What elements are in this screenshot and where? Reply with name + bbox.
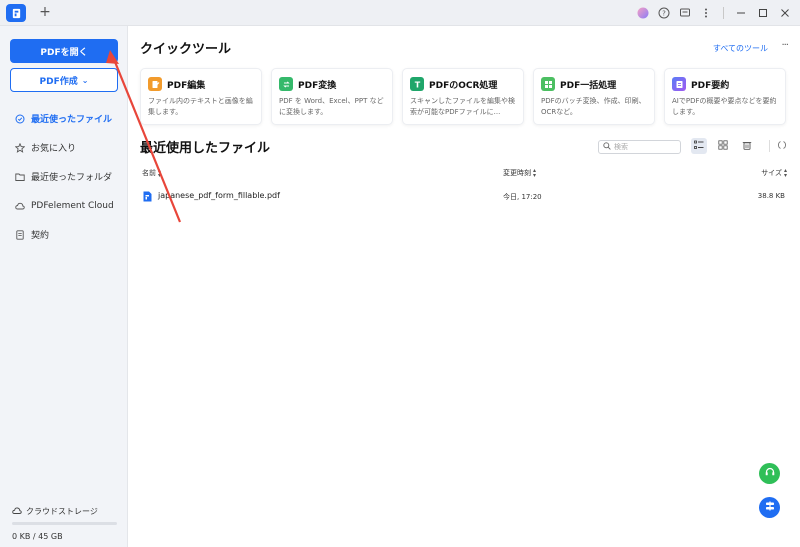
sidebar: PDFを開く PDF作成 ⌄ 最近使ったファイル お気に入り 最近使ったフォルダ [0, 26, 128, 547]
refresh-button[interactable] [774, 138, 790, 154]
tool-card-description: PDF を Word、Excel、PPT などに変換します。 [279, 97, 384, 116]
sidebar-item-contracts[interactable]: 契約 [0, 220, 128, 249]
refresh-icon [777, 140, 787, 153]
convert-icon [279, 77, 293, 91]
pdf-file-icon [143, 191, 152, 205]
sidebar-item-favorites[interactable]: お気に入り [0, 133, 128, 162]
quick-tools-title: クイックツール [140, 42, 232, 57]
clock-icon [15, 114, 25, 124]
column-header-label: 変更時刻 [503, 169, 531, 177]
svg-text:T: T [414, 80, 420, 89]
tool-card-description: AIでPDFの概要や要点などを要約します。 [672, 97, 777, 116]
sidebar-item-label: PDFelement Cloud [31, 200, 114, 211]
star-icon [15, 142, 25, 153]
plus-icon[interactable]: + [38, 5, 52, 19]
toolbar-divider [769, 140, 770, 152]
tool-card-summary[interactable]: PDF要約 AIでPDFの概要や要点などを要約します。 [664, 68, 786, 125]
maximize-icon[interactable] [752, 0, 774, 26]
search-box[interactable] [598, 140, 681, 154]
minimize-icon[interactable] [730, 0, 752, 26]
sidebar-item-label: 最近使ったファイル [31, 115, 113, 125]
storage-label-text: クラウドストレージ [26, 507, 98, 516]
tool-card-ocr[interactable]: T PDFのOCR処理 スキャンしたファイルを編集や検索が可能なPDFファイルに… [402, 68, 524, 125]
tool-card-title: PDF編集 [167, 80, 206, 91]
all-tools-link[interactable]: すべてのツール [713, 43, 768, 54]
tool-card-batch[interactable]: PDF一括処理 PDFのバッチ変換、作成、印刷、OCRなど。 [533, 68, 655, 125]
table-row[interactable]: japanese_pdf_form_fillable.pdf 今日, 17:20… [140, 186, 787, 206]
sort-icon: ▴ ▾ [783, 167, 787, 179]
ai-summary-icon [672, 77, 686, 91]
message-icon[interactable] [675, 0, 695, 26]
titlebar-divider [723, 7, 724, 19]
file-name: japanese_pdf_form_fillable.pdf [158, 191, 280, 200]
more-vertical-icon[interactable] [696, 0, 716, 26]
main-content: クイックツール すべてのツール ··· PDF編集 ファイル内のテキストと画像を… [128, 26, 800, 547]
document-icon [15, 229, 25, 240]
tool-card-convert[interactable]: PDF変換 PDF を Word、Excel、PPT などに変換します。 [271, 68, 393, 125]
column-header-label: サイズ [761, 169, 782, 177]
file-size: 38.8 KB [757, 192, 785, 200]
create-pdf-button[interactable]: PDF作成 ⌄ [10, 68, 118, 92]
headset-icon [764, 466, 776, 481]
grid-view-button[interactable] [715, 138, 731, 154]
sidebar-item-label: お気に入り [31, 144, 77, 154]
app-logo-icon[interactable] [6, 4, 26, 22]
folder-icon [15, 172, 25, 182]
sidebar-item-recent-folders[interactable]: 最近使ったフォルダ [0, 162, 128, 191]
cloud-icon [12, 506, 22, 517]
column-header-name[interactable]: 名前 ▴ ▾ [142, 167, 162, 179]
cloud-storage: クラウドストレージ 0 KB / 45 GB [12, 506, 118, 541]
sidebar-item-recent-files[interactable]: 最近使ったファイル [0, 104, 128, 133]
support-button[interactable] [759, 463, 780, 484]
sidebar-item-label: 契約 [31, 231, 50, 241]
batch-icon [541, 77, 555, 91]
storage-label[interactable]: クラウドストレージ [12, 506, 118, 517]
assistant-button[interactable] [759, 497, 780, 518]
help-icon[interactable]: ? [654, 0, 674, 26]
quick-tool-cards: PDF編集 ファイル内のテキストと画像を編集します。 PDF変換 PDF を W… [140, 68, 786, 125]
sidebar-nav: 最近使ったファイル お気に入り 最近使ったフォルダ PDFelement Clo… [0, 104, 128, 249]
list-view-icon [694, 140, 704, 153]
sidebar-item-cloud[interactable]: PDFelement Cloud [0, 191, 128, 220]
close-icon[interactable] [774, 0, 796, 26]
tool-card-title: PDF一括処理 [560, 80, 617, 91]
storage-progress-bar [12, 522, 117, 525]
tools-icon [764, 500, 776, 515]
sidebar-item-label: 最近使ったフォルダ [31, 173, 113, 183]
tool-card-description: ファイル内のテキストと画像を編集します。 [148, 97, 253, 116]
column-header-label: 名前 [142, 169, 156, 177]
tool-card-title: PDF変換 [298, 80, 337, 91]
svg-text:?: ? [662, 10, 666, 18]
grid-view-icon [718, 139, 728, 153]
chevron-down-icon: ⌄ [81, 75, 89, 85]
edit-icon [148, 77, 162, 91]
create-pdf-label: PDF作成 [39, 76, 78, 87]
search-input[interactable] [614, 143, 676, 151]
column-header-size[interactable]: サイズ ▴ ▾ [761, 167, 787, 179]
file-modified: 今日, 17:20 [503, 193, 542, 201]
open-pdf-label: PDFを開く [40, 47, 88, 58]
trash-button[interactable] [739, 138, 755, 154]
recent-files-title: 最近使用したファイル [140, 141, 271, 156]
tool-card-title: PDF要約 [691, 80, 730, 91]
tool-card-title: PDFのOCR処理 [429, 80, 498, 91]
list-view-button[interactable] [691, 138, 707, 154]
search-icon [603, 141, 611, 153]
tool-card-edit[interactable]: PDF編集 ファイル内のテキストと画像を編集します。 [140, 68, 262, 125]
sort-icon: ▴ ▾ [533, 167, 537, 179]
ocr-icon: T [410, 77, 424, 91]
column-header-modified[interactable]: 変更時刻 ▴ ▾ [503, 167, 537, 179]
tool-card-description: スキャンしたファイルを編集や検索が可能なPDFファイルに... [410, 97, 515, 116]
sort-icon: ▴ ▾ [158, 167, 162, 179]
avatar-icon[interactable] [633, 0, 653, 26]
title-bar: + ? [0, 0, 800, 26]
open-pdf-button[interactable]: PDFを開く [10, 39, 118, 63]
trash-icon [742, 140, 752, 153]
more-options-button[interactable]: ··· [781, 40, 788, 51]
tool-card-description: PDFのバッチ変換、作成、印刷、OCRなど。 [541, 97, 646, 116]
cloud-icon [15, 201, 25, 211]
storage-size: 0 KB / 45 GB [12, 532, 63, 541]
